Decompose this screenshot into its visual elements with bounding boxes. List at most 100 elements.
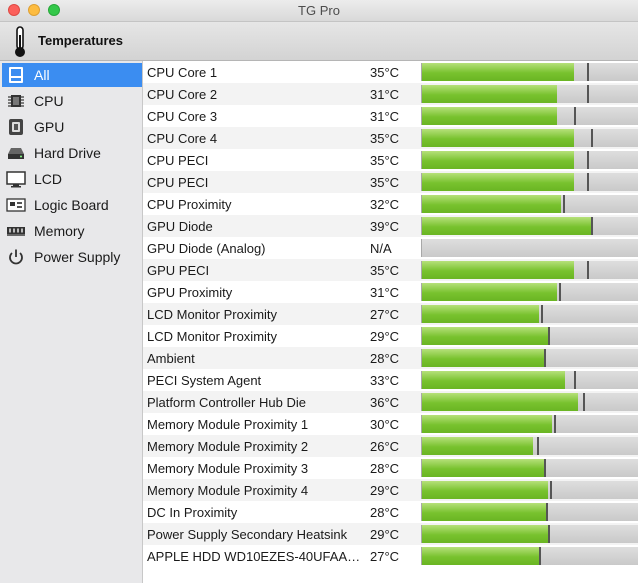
sidebar-item-power-supply[interactable]: Power Supply <box>2 245 142 269</box>
sensor-name: APPLE HDD WD10EZES-40UFAA… <box>147 549 359 564</box>
sensor-row[interactable]: Power Supply Secondary Heatsink 29°C <box>143 523 638 545</box>
sidebar-item-logic-board[interactable]: Logic Board <box>2 193 142 217</box>
sensor-row[interactable]: GPU PECI 35°C <box>143 259 638 281</box>
sensor-name: Memory Module Proximity 1 <box>147 417 309 432</box>
sidebar-item-lcd[interactable]: LCD <box>2 167 142 191</box>
sensor-row[interactable]: LCD Monitor Proximity 29°C <box>143 325 638 347</box>
temperature-bar <box>421 415 638 433</box>
sensor-row[interactable]: CPU PECI 35°C <box>143 171 638 193</box>
lcd-monitor-icon <box>6 171 26 188</box>
temperature-bar <box>421 481 638 499</box>
max-temperature-marker <box>591 129 593 147</box>
sidebar-item-label: Power Supply <box>34 249 121 265</box>
temperature-bar <box>421 173 638 191</box>
max-temperature-marker <box>544 459 546 477</box>
sensor-row[interactable]: APPLE HDD WD10EZES-40UFAA… 27°C <box>143 545 638 567</box>
max-temperature-marker <box>574 107 576 125</box>
sensor-row[interactable]: Memory Module Proximity 4 29°C <box>143 479 638 501</box>
sensor-row[interactable]: Memory Module Proximity 2 26°C <box>143 435 638 457</box>
sensor-row[interactable]: PECI System Agent 33°C <box>143 369 638 391</box>
sensor-temperature: 35°C <box>370 131 400 146</box>
temperature-bar-fill <box>422 481 548 499</box>
sensor-row[interactable]: CPU Core 4 35°C <box>143 127 638 149</box>
sensor-temperature: 36°C <box>370 395 400 410</box>
max-temperature-marker <box>541 305 543 323</box>
sensor-row[interactable]: Memory Module Proximity 1 30°C <box>143 413 638 435</box>
hard-drive-icon <box>8 148 24 159</box>
max-temperature-marker <box>539 547 541 565</box>
temperature-bar-fill <box>422 547 539 565</box>
sensor-temperature: 31°C <box>370 109 400 124</box>
sensor-name: GPU Diode <box>147 219 213 234</box>
temperature-bar <box>421 371 638 389</box>
sensor-row[interactable]: CPU PECI 35°C <box>143 149 638 171</box>
temperature-bar <box>421 393 638 411</box>
temperature-bar-fill <box>422 525 548 543</box>
max-temperature-marker <box>563 195 565 213</box>
temperature-bar <box>421 239 638 257</box>
temperature-bar <box>421 437 638 455</box>
temperature-bar-fill <box>422 283 557 301</box>
sensor-row[interactable]: CPU Core 3 31°C <box>143 105 638 127</box>
sensor-row[interactable]: Ambient 28°C <box>143 347 638 369</box>
max-temperature-marker <box>554 415 556 433</box>
sensor-row[interactable]: GPU Diode (Analog) N/A <box>143 237 638 259</box>
sensor-name: CPU Core 4 <box>147 131 218 146</box>
sensor-name: LCD Monitor Proximity <box>147 307 278 322</box>
sensor-temperature: 27°C <box>370 549 400 564</box>
sidebar-item-memory[interactable]: Memory <box>2 219 142 243</box>
sidebar-item-hard-drive[interactable]: Hard Drive <box>2 141 142 165</box>
temperature-bar-fill <box>422 415 552 433</box>
sensor-name: Platform Controller Hub Die <box>147 395 306 410</box>
max-temperature-marker <box>587 151 589 169</box>
sensor-temperature: 35°C <box>370 65 400 80</box>
sensor-row[interactable]: CPU Core 1 35°C <box>143 61 638 83</box>
sensor-temperature: 32°C <box>370 197 400 212</box>
toolbar: Temperatures <box>0 22 638 61</box>
sensor-name: CPU PECI <box>147 175 209 190</box>
temperature-bar-fill <box>422 261 574 279</box>
temperature-bar <box>421 525 638 543</box>
sensor-name: CPU Core 3 <box>147 109 218 124</box>
temperature-bar-fill <box>422 85 557 103</box>
sensor-row[interactable]: GPU Proximity 31°C <box>143 281 638 303</box>
sensor-temperature: 28°C <box>370 351 400 366</box>
max-temperature-marker <box>559 283 561 301</box>
sensor-name: GPU Diode (Analog) <box>147 241 266 256</box>
max-temperature-marker <box>537 437 539 455</box>
temperature-bar <box>421 129 638 147</box>
sensor-row[interactable]: CPU Proximity 32°C <box>143 193 638 215</box>
sensor-row[interactable]: GPU Diode 39°C <box>143 215 638 237</box>
sensor-temperature: 35°C <box>370 153 400 168</box>
temperature-bar <box>421 349 638 367</box>
sidebar-item-gpu[interactable]: GPU <box>2 115 142 139</box>
sensor-row[interactable]: DC In Proximity 28°C <box>143 501 638 523</box>
sensor-temperature: 30°C <box>370 417 400 432</box>
sensor-temperature: 31°C <box>370 87 400 102</box>
temperature-bar <box>421 547 638 565</box>
sensor-name: GPU PECI <box>147 263 210 278</box>
sidebar-item-label: Hard Drive <box>34 145 101 161</box>
sensor-name: CPU Core 1 <box>147 65 218 80</box>
sidebar-item-label: GPU <box>34 119 65 135</box>
temperature-bar-fill <box>422 393 578 411</box>
sensor-row[interactable]: Memory Module Proximity 3 28°C <box>143 457 638 479</box>
cpu-chip-icon <box>8 95 24 107</box>
window-title: TG Pro <box>298 3 340 18</box>
sidebar-item-cpu[interactable]: CPU <box>2 89 142 113</box>
temperature-bar-fill <box>422 349 544 367</box>
temperature-bar <box>421 195 638 213</box>
sidebar-item-all[interactable]: All <box>2 63 142 87</box>
sensor-row[interactable]: Platform Controller Hub Die 36°C <box>143 391 638 413</box>
max-temperature-marker <box>544 349 546 367</box>
gpu-chip-icon <box>9 119 23 135</box>
max-temperature-marker <box>548 525 550 543</box>
sensor-temperature: 28°C <box>370 461 400 476</box>
sensor-row[interactable]: LCD Monitor Proximity 27°C <box>143 303 638 325</box>
sensor-row[interactable]: CPU Core 2 31°C <box>143 83 638 105</box>
all-icon <box>9 67 23 83</box>
sidebar-item-label: Memory <box>34 223 85 239</box>
max-temperature-marker <box>574 371 576 389</box>
temperature-bar-fill <box>422 437 533 455</box>
max-temperature-marker <box>583 393 585 411</box>
